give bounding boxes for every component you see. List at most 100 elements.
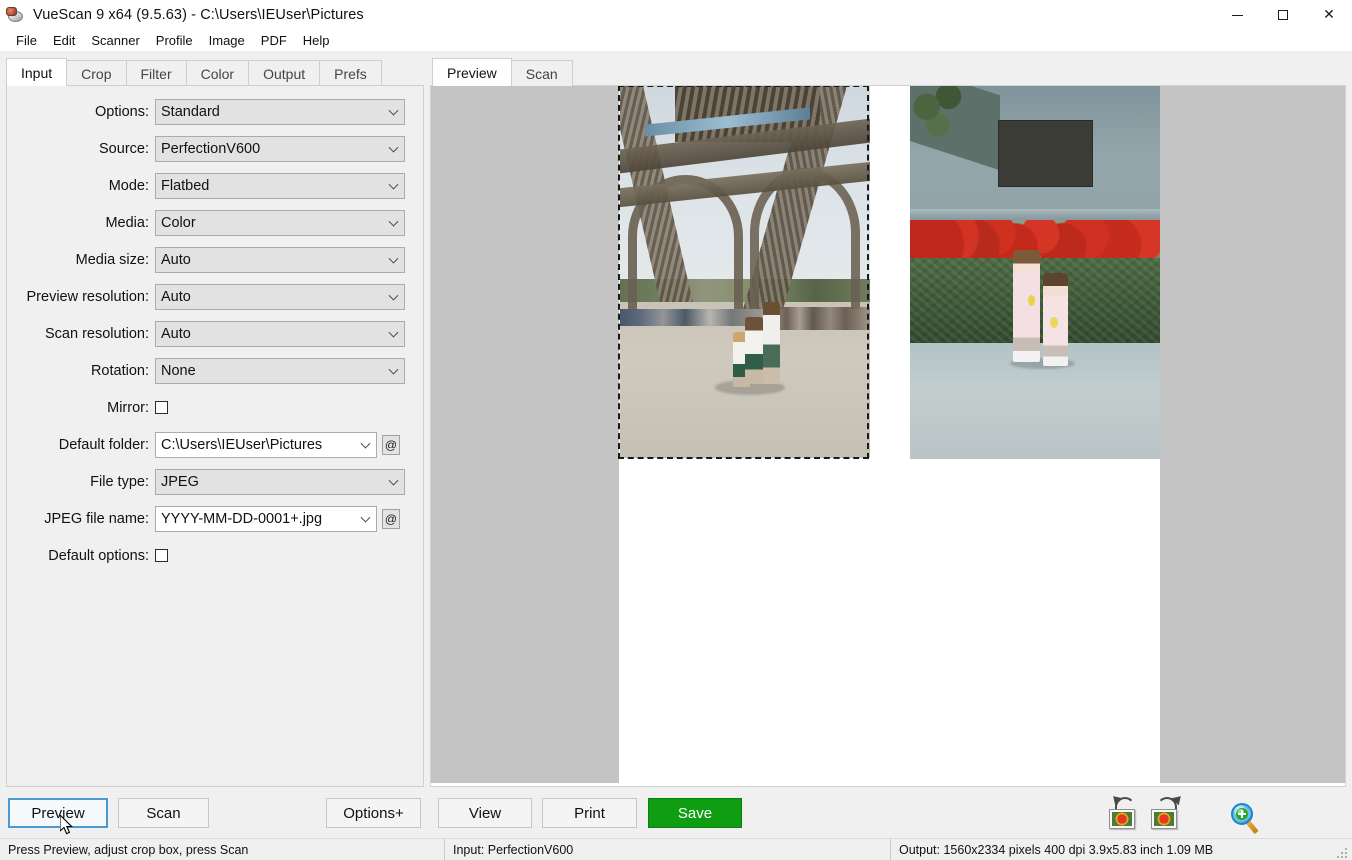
options-select[interactable]: Standard [155, 99, 405, 125]
chevron-down-icon [361, 512, 371, 522]
field-default-folder: Default folder: C:\Users\IEUser\Pictures… [7, 431, 423, 458]
rotate-counterclockwise-icon[interactable] [1105, 795, 1145, 835]
resize-grip-icon[interactable] [1337, 846, 1349, 858]
label-file-type: File type: [7, 474, 155, 490]
rotation-select[interactable]: None [155, 358, 405, 384]
rotate-clockwise-icon[interactable] [1147, 795, 1187, 835]
label-options: Options: [7, 104, 155, 120]
chevron-down-icon [389, 253, 399, 263]
media-size-select[interactable]: Auto [155, 247, 405, 273]
tab-output[interactable]: Output [248, 60, 320, 86]
scan-resolution-select[interactable]: Auto [155, 321, 405, 347]
preview-resolution-select[interactable]: Auto [155, 284, 405, 310]
mouse-cursor [60, 815, 76, 837]
default-folder-value: C:\Users\IEUser\Pictures [161, 437, 322, 453]
menu-help[interactable]: Help [295, 32, 338, 49]
tab-crop[interactable]: Crop [66, 60, 126, 86]
chevron-down-icon [389, 364, 399, 374]
file-type-select[interactable]: JPEG [155, 469, 405, 495]
options-button[interactable]: Options+ [326, 798, 421, 828]
label-media-size: Media size: [7, 252, 155, 268]
status-bar: Press Preview, adjust crop box, press Sc… [0, 838, 1352, 860]
preview-tabstrip: Preview Scan [432, 58, 632, 86]
maximize-button[interactable] [1260, 0, 1306, 30]
preview-button[interactable]: Preview [8, 798, 108, 828]
view-button[interactable]: View [438, 798, 532, 828]
label-media: Media: [7, 215, 155, 231]
scanbed-background-right [1160, 86, 1345, 783]
media-value: Color [161, 215, 196, 231]
close-button[interactable]: ✕ [1306, 0, 1352, 30]
source-value: PerfectionV600 [161, 141, 260, 157]
field-scan-resolution: Scan resolution: Auto [7, 320, 423, 347]
tab-preview[interactable]: Preview [432, 58, 512, 86]
chevron-down-icon [389, 179, 399, 189]
label-scan-resolution: Scan resolution: [7, 326, 155, 342]
save-button[interactable]: Save [648, 798, 742, 828]
field-source: Source: PerfectionV600 [7, 135, 423, 162]
chevron-down-icon [389, 216, 399, 226]
chevron-down-icon [389, 475, 399, 485]
field-default-options: Default options: [7, 542, 423, 569]
scan-button[interactable]: Scan [118, 798, 209, 828]
jpeg-file-name-input[interactable]: YYYY-MM-DD-0001+.jpg [155, 506, 377, 532]
jpeg-file-name-value: YYYY-MM-DD-0001+.jpg [161, 511, 322, 527]
menu-bar: File Edit Scanner Profile Image PDF Help [0, 30, 1352, 51]
field-preview-resolution: Preview resolution: Auto [7, 283, 423, 310]
label-default-options: Default options: [7, 548, 155, 564]
input-tab-body: Options: Standard Source: PerfectionV600… [6, 85, 424, 787]
default-options-checkbox[interactable] [155, 549, 168, 562]
tab-input[interactable]: Input [6, 58, 67, 86]
default-folder-at-button[interactable]: @ [382, 435, 400, 455]
source-select[interactable]: PerfectionV600 [155, 136, 405, 162]
tab-filter[interactable]: Filter [126, 60, 187, 86]
preview-canvas[interactable] [430, 85, 1346, 787]
menu-pdf[interactable]: PDF [253, 32, 295, 49]
field-media-size: Media size: Auto [7, 246, 423, 273]
label-preview-resolution: Preview resolution: [7, 289, 155, 305]
field-options: Options: Standard [7, 98, 423, 125]
chevron-down-icon [361, 438, 371, 448]
tab-prefs[interactable]: Prefs [319, 60, 382, 86]
label-mirror: Mirror: [7, 400, 155, 416]
status-output: Output: 1560x2334 pixels 400 dpi 3.9x5.8… [890, 839, 1352, 860]
label-mode: Mode: [7, 178, 155, 194]
status-message: Press Preview, adjust crop box, press Sc… [0, 839, 444, 860]
vuescan-window: VueScan 9 x64 (9.5.63) - C:\Users\IEUser… [0, 0, 1352, 860]
tab-color[interactable]: Color [186, 60, 249, 86]
media-select[interactable]: Color [155, 210, 405, 236]
label-jpeg-file-name: JPEG file name: [7, 511, 155, 527]
scan-resolution-value: Auto [161, 326, 191, 342]
menu-file[interactable]: File [8, 32, 45, 49]
action-toolbar: Preview Scan Options+ View Print Save [0, 795, 1352, 835]
chevron-down-icon [389, 142, 399, 152]
menu-image[interactable]: Image [201, 32, 253, 49]
field-media: Media: Color [7, 209, 423, 236]
chevron-down-icon [389, 105, 399, 115]
default-folder-input[interactable]: C:\Users\IEUser\Pictures [155, 432, 377, 458]
menu-profile[interactable]: Profile [148, 32, 201, 49]
field-mode: Mode: Flatbed [7, 172, 423, 199]
label-rotation: Rotation: [7, 363, 155, 379]
settings-panel: Input Crop Filter Color Output Prefs Opt… [6, 58, 424, 787]
menu-edit[interactable]: Edit [45, 32, 83, 49]
label-default-folder: Default folder: [7, 437, 155, 453]
window-title: VueScan 9 x64 (9.5.63) - C:\Users\IEUser… [33, 7, 364, 23]
print-button[interactable]: Print [542, 798, 637, 828]
mode-value: Flatbed [161, 178, 209, 194]
scanned-photo-two-girls[interactable] [910, 86, 1160, 459]
minimize-button[interactable] [1214, 0, 1260, 30]
mode-select[interactable]: Flatbed [155, 173, 405, 199]
scanbed-background-left [431, 86, 619, 783]
tab-scan[interactable]: Scan [511, 60, 573, 86]
menu-scanner[interactable]: Scanner [83, 32, 147, 49]
jpeg-file-name-at-button[interactable]: @ [382, 509, 400, 529]
label-source: Source: [7, 141, 155, 157]
mirror-checkbox[interactable] [155, 401, 168, 414]
status-input: Input: PerfectionV600 [444, 839, 890, 860]
zoom-in-icon[interactable] [1225, 795, 1265, 835]
options-value: Standard [161, 104, 220, 120]
crop-selection-box[interactable] [618, 85, 869, 459]
field-jpeg-file-name: JPEG file name: YYYY-MM-DD-0001+.jpg @ [7, 505, 423, 532]
preview-resolution-value: Auto [161, 289, 191, 305]
